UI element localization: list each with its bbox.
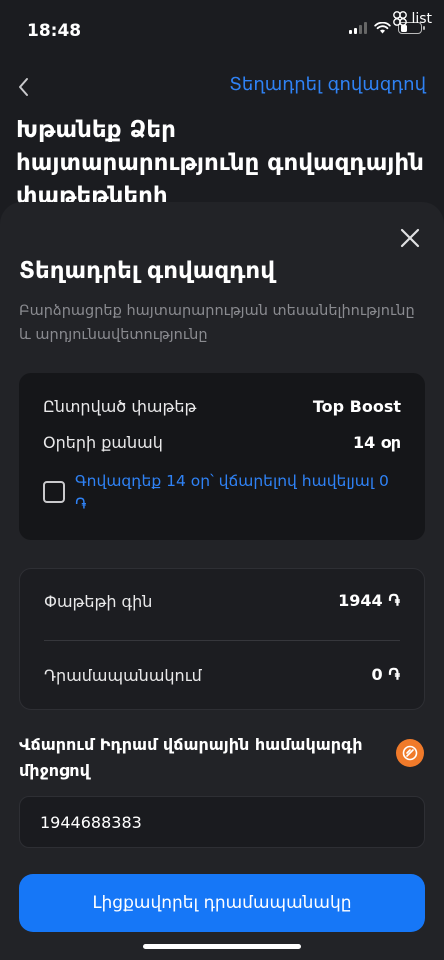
package-price-row: Փաթեթի գին 1944 ֏ xyxy=(44,591,400,611)
close-icon[interactable] xyxy=(398,226,422,250)
home-indicator xyxy=(143,944,301,949)
idram-logo-icon xyxy=(396,739,424,767)
wallet-row: Դրամապանակում 0 ֏ xyxy=(44,665,400,685)
list-tag-icon xyxy=(393,11,408,26)
days-row: Օրերի քանակ 14 օր xyxy=(43,433,401,452)
extend-days-checkbox-row[interactable]: Գովազդեք 14 օր՝ վճարելով հավելյալ 0 ֏ xyxy=(43,470,405,516)
days-value: 14 օր xyxy=(352,433,401,452)
top-up-wallet-button[interactable]: Լիցքավորել դրամապանակը xyxy=(19,874,425,932)
chevron-left-icon[interactable] xyxy=(16,76,34,98)
selected-package-row: Ընտրված փաթեթ Top Boost xyxy=(43,397,401,416)
price-divider xyxy=(44,640,400,641)
sheet-subtitle: Բարձրացրեք հայտարարության տեսանելիությու… xyxy=(19,303,415,343)
wallet-label: Դրամապանակում xyxy=(44,665,202,685)
price-card: Փաթեթի գին 1944 ֏ Դրամապանակում 0 ֏ xyxy=(19,568,425,710)
status-time: 18:48 xyxy=(27,21,82,41)
list-tag-label: list xyxy=(411,11,432,27)
sheet-title: Տեղադրել գովազդով xyxy=(19,258,275,284)
list-tag[interactable]: list xyxy=(391,10,432,28)
package-price-value: 1944 ֏ xyxy=(338,591,400,610)
background-title: Խթանեք Ձեր հայտարարությունը գովազդային փ… xyxy=(16,117,424,206)
idram-account-input[interactable] xyxy=(40,812,404,832)
extend-days-checkbox[interactable] xyxy=(43,481,65,503)
extend-days-checkbox-label[interactable]: Գովազդեք 14 օր՝ վճարելով հավելյալ 0 ֏ xyxy=(75,470,405,516)
payment-method-label: Վճարում Իդրամ վճարային համակարգի միջոցով xyxy=(19,735,363,780)
days-label: Օրերի քանակ xyxy=(43,433,163,452)
top-action-link[interactable]: Տեղադրել գովազդով xyxy=(229,74,426,95)
package-card: Ընտրված փաթեթ Top Boost Օրերի քանակ 14 օ… xyxy=(19,373,425,540)
bottom-sheet: Տեղադրել գովազդով Բարձրացրեք հայտարարութ… xyxy=(0,202,444,960)
package-price-label: Փաթեթի գին xyxy=(44,591,153,611)
wifi-icon xyxy=(374,22,391,34)
cellular-signal-icon xyxy=(349,22,367,34)
status-bar: 18:48 list xyxy=(0,0,444,60)
wallet-value: 0 ֏ xyxy=(371,665,400,684)
selected-package-label: Ընտրված փաթեթ xyxy=(43,397,197,416)
idram-account-field[interactable] xyxy=(19,796,425,848)
selected-package-value: Top Boost xyxy=(312,397,401,416)
